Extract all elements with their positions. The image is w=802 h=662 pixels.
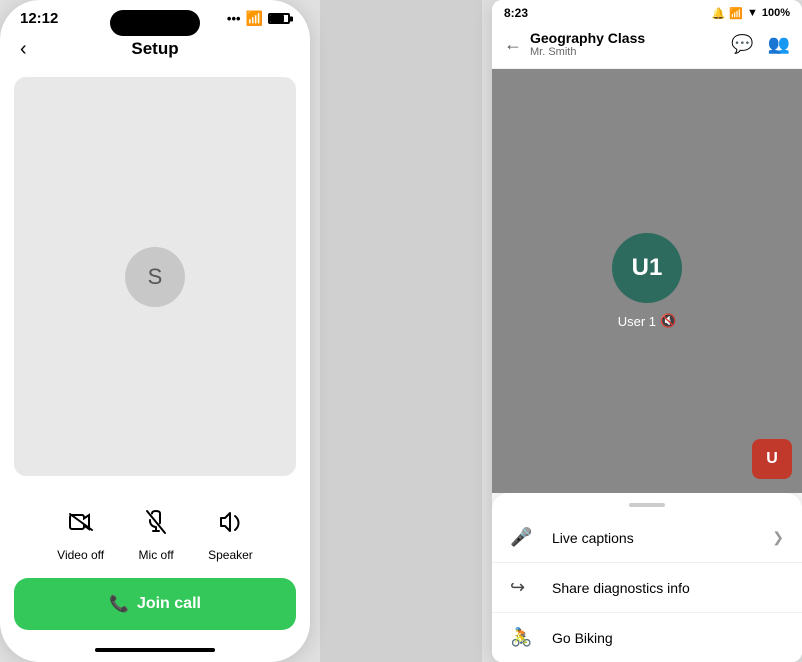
share-diagnostics-label: Share diagnostics info [552, 580, 784, 596]
wifi-right-icon: ▼ [747, 7, 758, 19]
wifi-signal-icon: 📶 [246, 10, 263, 27]
join-icon: 📞 [109, 594, 129, 614]
call-user-label: User 1 🔇 [618, 313, 676, 329]
speaker-control[interactable]: Speaker [208, 500, 253, 562]
live-captions-icon: 🎤 [510, 527, 538, 548]
home-indicator-left [95, 648, 215, 652]
setup-header: ‹ Setup [0, 31, 310, 67]
video-off-label: Video off [57, 548, 104, 562]
status-bar-left: 12:12 ••• 📶 [0, 0, 310, 31]
share-diagnostics-icon: ↪ [510, 577, 538, 598]
wifi-icon: ••• [227, 11, 241, 26]
mic-off-label: Mic off [139, 548, 174, 562]
speaker-icon [208, 500, 252, 544]
battery-icon [268, 13, 290, 24]
status-icons-right: 🔔 📶 ▼ 100% [712, 7, 790, 20]
sheet-handle [629, 503, 665, 507]
video-preview: S [14, 77, 296, 476]
live-captions-label: Live captions [552, 530, 772, 546]
gap [320, 0, 482, 662]
call-header: ← Geography Class Mr. Smith 💬 👥 [492, 24, 802, 69]
float-user-button[interactable]: U [752, 439, 792, 479]
call-header-actions: 💬 👥 [731, 34, 790, 55]
go-biking-icon: 🚴 [510, 627, 538, 648]
back-button[interactable]: ‹ [20, 38, 27, 61]
speaker-label: Speaker [208, 548, 253, 562]
time-right: 8:23 [504, 6, 528, 20]
go-biking-item[interactable]: 🚴 Go Biking [492, 613, 802, 662]
call-body: U1 User 1 🔇 U [492, 69, 802, 493]
video-off-icon [59, 500, 103, 544]
chat-icon[interactable]: 💬 [731, 34, 753, 55]
mic-off-control[interactable]: Mic off [134, 500, 178, 562]
user-avatar: S [125, 247, 185, 307]
call-back-button[interactable]: ← [504, 34, 522, 55]
bottom-sheet: 🎤 Live captions ❯ ↪ Share diagnostics in… [492, 493, 802, 662]
call-header-info: Geography Class Mr. Smith [530, 30, 731, 58]
call-user-name: User 1 [618, 314, 656, 329]
call-title: Geography Class [530, 30, 731, 46]
status-icons-left: ••• 📶 [227, 10, 290, 27]
call-subtitle: Mr. Smith [530, 46, 731, 58]
controls-row: Video off Mic off Speaker [0, 486, 310, 572]
battery-right: 100% [762, 7, 790, 19]
join-label: Join call [137, 595, 201, 613]
go-biking-label: Go Biking [552, 630, 784, 646]
video-off-control[interactable]: Video off [57, 500, 104, 562]
setup-title: Setup [131, 39, 178, 59]
live-captions-item[interactable]: 🎤 Live captions ❯ [492, 513, 802, 563]
mic-off-icon [134, 500, 178, 544]
participants-icon[interactable]: 👥 [768, 34, 790, 55]
call-user-avatar: U1 [612, 233, 682, 303]
share-diagnostics-item[interactable]: ↪ Share diagnostics info [492, 563, 802, 613]
time-left: 12:12 [20, 10, 58, 27]
notification-icon: 🔔 [712, 7, 726, 20]
signal-icon: 📶 [729, 7, 743, 20]
muted-icon: 🔇 [660, 313, 676, 329]
left-phone: 12:12 ••• 📶 ‹ Setup S Video off [0, 0, 310, 662]
right-phone: 8:23 🔔 📶 ▼ 100% ← Geography Class Mr. Sm… [492, 0, 802, 662]
status-bar-right: 8:23 🔔 📶 ▼ 100% [492, 0, 802, 24]
join-call-button[interactable]: 📞 Join call [14, 578, 296, 630]
live-captions-arrow: ❯ [772, 529, 784, 546]
